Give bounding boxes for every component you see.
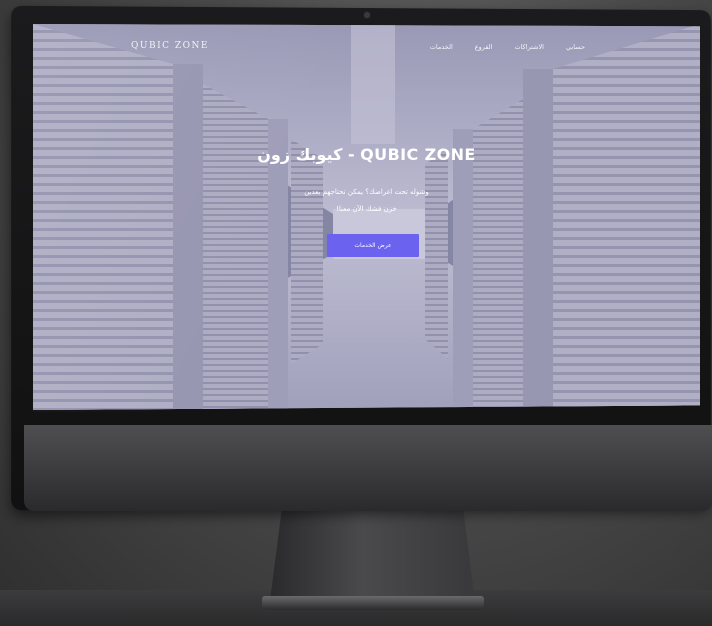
view-services-button[interactable]: عرض الخدمات xyxy=(327,234,419,257)
hero-subtitle: وشوله تحت اغراضك؟ يمكن تحتاجهم بعدين خزن… xyxy=(33,184,700,218)
hero-title: كيوبك زون - QUBIC ZONE xyxy=(257,145,476,164)
desk-scene: QUBIC ZONE حسابي الاشتراكات الفروع الخدم… xyxy=(0,0,712,626)
website-screen: QUBIC ZONE حسابي الاشتراكات الفروع الخدم… xyxy=(33,24,700,411)
hero-subtitle-line-2: خزن فشك الآن معنا! xyxy=(336,205,397,213)
nav-item-subscriptions[interactable]: الاشتراكات xyxy=(514,43,544,51)
nav-item-account[interactable]: حسابي xyxy=(566,43,585,51)
brand-logo[interactable]: QUBIC ZONE xyxy=(131,41,209,51)
nav-item-services[interactable]: الخدمات xyxy=(430,43,453,51)
nav-menu: حسابي الاشتراكات الفروع الخدمات xyxy=(430,43,585,51)
hero-subtitle-line-1: وشوله تحت اغراضك؟ يمكن تحتاجهم بعدين xyxy=(304,188,429,196)
monitor-chin xyxy=(24,425,712,511)
nav-item-branches[interactable]: الفروع xyxy=(475,43,493,51)
hero-overlay xyxy=(33,24,700,411)
site-navbar: QUBIC ZONE حسابي الاشتراكات الفروع الخدم… xyxy=(33,37,700,59)
monitor-stand-neck xyxy=(270,505,475,601)
camera-icon xyxy=(364,12,370,18)
monitor-stand-foot xyxy=(262,596,484,610)
